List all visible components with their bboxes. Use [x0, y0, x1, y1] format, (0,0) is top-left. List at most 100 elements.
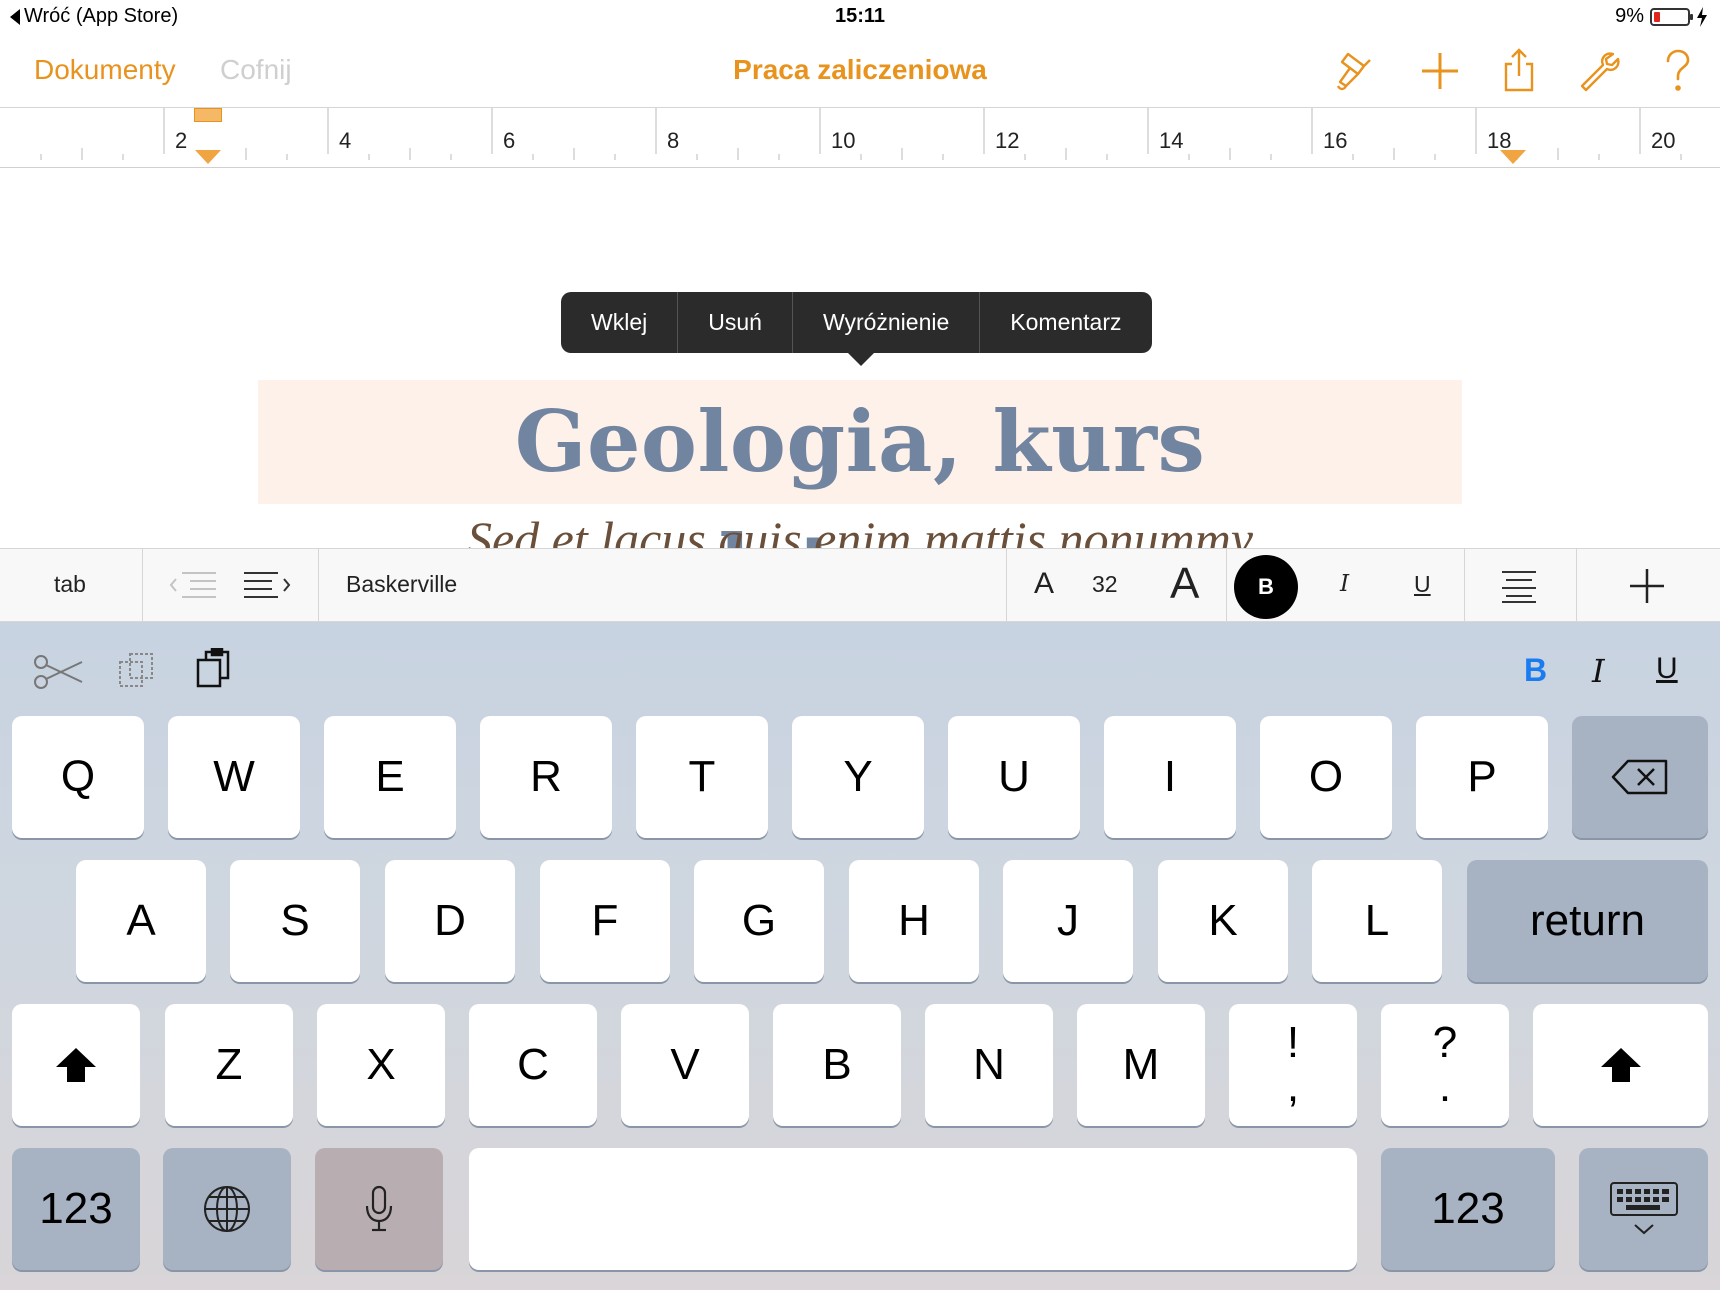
undo-button[interactable]: Cofnij — [220, 54, 292, 86]
ruler-label: 20 — [1651, 128, 1676, 153]
format-bar: tab Baskerville A 32 A B I U — [0, 548, 1720, 623]
hide-keyboard-key[interactable] — [1579, 1148, 1708, 1270]
increase-font-size-button[interactable]: A — [1170, 559, 1199, 609]
tab-button[interactable]: tab — [54, 571, 86, 598]
key-e[interactable]: E — [324, 716, 456, 838]
key-z[interactable]: Z — [165, 1004, 293, 1126]
space-bar[interactable] — [469, 1148, 1357, 1270]
shift-key-left[interactable] — [12, 1004, 140, 1126]
key-k[interactable]: K — [1158, 860, 1288, 982]
share-icon[interactable] — [1494, 46, 1544, 96]
right-indent-marker[interactable] — [1500, 150, 1526, 164]
key-x[interactable]: X — [317, 1004, 445, 1126]
left-indent-marker[interactable] — [195, 150, 221, 164]
backspace-key[interactable] — [1572, 716, 1708, 838]
font-name-button[interactable]: Baskerville — [346, 571, 457, 598]
key-s[interactable]: S — [230, 860, 360, 982]
context-menu: Wklej Usuń Wyróżnienie Komentarz — [561, 292, 1152, 353]
help-icon[interactable] — [1652, 46, 1702, 96]
key-w[interactable]: W — [168, 716, 300, 838]
copy-icon[interactable] — [116, 650, 156, 690]
key-l[interactable]: L — [1312, 860, 1442, 982]
ruler-label: 2 — [175, 128, 188, 153]
first-line-indent-marker[interactable] — [194, 108, 222, 122]
globe-icon — [204, 1186, 250, 1232]
cut-icon[interactable] — [32, 652, 84, 692]
delete-button[interactable]: Usuń — [678, 292, 793, 353]
numbers-key-right[interactable]: 123 — [1381, 1148, 1555, 1270]
key-d[interactable]: D — [385, 860, 515, 982]
key-c[interactable]: C — [469, 1004, 597, 1126]
key-f[interactable]: F — [540, 860, 670, 982]
nav-bar: Dokumenty Cofnij Praca zaliczeniowa — [0, 34, 1720, 108]
key-j[interactable]: J — [1003, 860, 1133, 982]
status-bar: Wróć (App Store) 15:11 9% — [0, 0, 1720, 34]
ruler-label: 4 — [339, 128, 352, 153]
key-o[interactable]: O — [1260, 716, 1392, 838]
paintbrush-icon[interactable] — [1330, 46, 1380, 96]
dictation-key[interactable] — [315, 1148, 443, 1270]
decrease-font-size-button[interactable]: A — [1034, 567, 1054, 601]
bold-toggle[interactable]: B — [1234, 555, 1298, 619]
battery-percent: 9% — [1615, 5, 1644, 27]
italic-shortcut[interactable]: I — [1592, 652, 1605, 690]
outdent-icon[interactable] — [168, 569, 218, 603]
key-y[interactable]: Y — [792, 716, 924, 838]
key-n[interactable]: N — [925, 1004, 1053, 1126]
return-key[interactable]: return — [1467, 860, 1708, 982]
italic-toggle[interactable]: I — [1340, 571, 1349, 597]
paste-button[interactable]: Wklej — [561, 292, 679, 353]
key-exclaim-comma[interactable]: !, — [1229, 1004, 1357, 1126]
insert-plus-icon[interactable] — [1628, 567, 1666, 605]
font-size-value[interactable]: 32 — [1092, 571, 1118, 598]
charging-icon — [1697, 6, 1707, 27]
plus-icon[interactable] — [1415, 46, 1465, 96]
context-menu-arrow — [847, 352, 875, 366]
ruler-label: 8 — [667, 128, 680, 153]
key-p[interactable]: P — [1416, 716, 1548, 838]
microphone-icon — [365, 1185, 393, 1232]
shift-icon — [1600, 1048, 1641, 1082]
underline-shortcut[interactable]: U — [1656, 652, 1678, 686]
key-question-period[interactable]: ?. — [1381, 1004, 1509, 1126]
key-a[interactable]: A — [76, 860, 206, 982]
status-time: 15:11 — [834, 5, 886, 27]
indent-icon[interactable] — [242, 569, 292, 603]
numbers-key-left[interactable]: 123 — [12, 1148, 140, 1270]
battery-icon — [1650, 7, 1693, 26]
align-center-icon[interactable] — [1500, 569, 1538, 603]
key-g[interactable]: G — [694, 860, 824, 982]
ruler-label: 12 — [995, 128, 1020, 153]
paste-icon[interactable] — [194, 648, 234, 690]
key-i[interactable]: I — [1104, 716, 1236, 838]
key-u[interactable]: U — [948, 716, 1080, 838]
key-q[interactable]: Q — [12, 716, 144, 838]
comment-button[interactable]: Komentarz — [980, 292, 1151, 353]
underline-toggle[interactable]: U — [1414, 571, 1431, 598]
keyboard: B I U Q W E R T Y U I O P A S D F G H J … — [0, 622, 1720, 1290]
document-heading[interactable]: Geologia, kurs podstawowy — [258, 380, 1462, 548]
key-b[interactable]: B — [773, 1004, 901, 1126]
ruler[interactable]: 2 4 6 8 10 12 14 16 18 20 — [0, 108, 1720, 168]
key-m[interactable]: M — [1077, 1004, 1205, 1126]
ruler-label: 10 — [831, 128, 856, 153]
highlight-button[interactable]: Wyróżnienie — [793, 292, 981, 353]
documents-button[interactable]: Dokumenty — [34, 54, 176, 86]
wrench-icon[interactable] — [1573, 46, 1623, 96]
bold-shortcut[interactable]: B — [1524, 652, 1547, 689]
key-v[interactable]: V — [621, 1004, 749, 1126]
shift-icon — [56, 1048, 96, 1082]
document-subtitle[interactable]: Sed et lacus quis enim mattis nonummy — [0, 510, 1720, 548]
shift-key-right[interactable] — [1533, 1004, 1708, 1126]
bold-label: B — [1258, 574, 1274, 599]
key-h[interactable]: H — [849, 860, 979, 982]
status-right: 9% — [1615, 5, 1708, 28]
ruler-label: 16 — [1323, 128, 1348, 153]
ruler-ticks — [40, 108, 1682, 160]
hide-keyboard-icon — [1609, 1182, 1678, 1235]
globe-key[interactable] — [163, 1148, 291, 1270]
key-r[interactable]: R — [480, 716, 612, 838]
ruler-label: 6 — [503, 128, 516, 153]
backspace-icon — [1611, 759, 1668, 795]
key-t[interactable]: T — [636, 716, 768, 838]
